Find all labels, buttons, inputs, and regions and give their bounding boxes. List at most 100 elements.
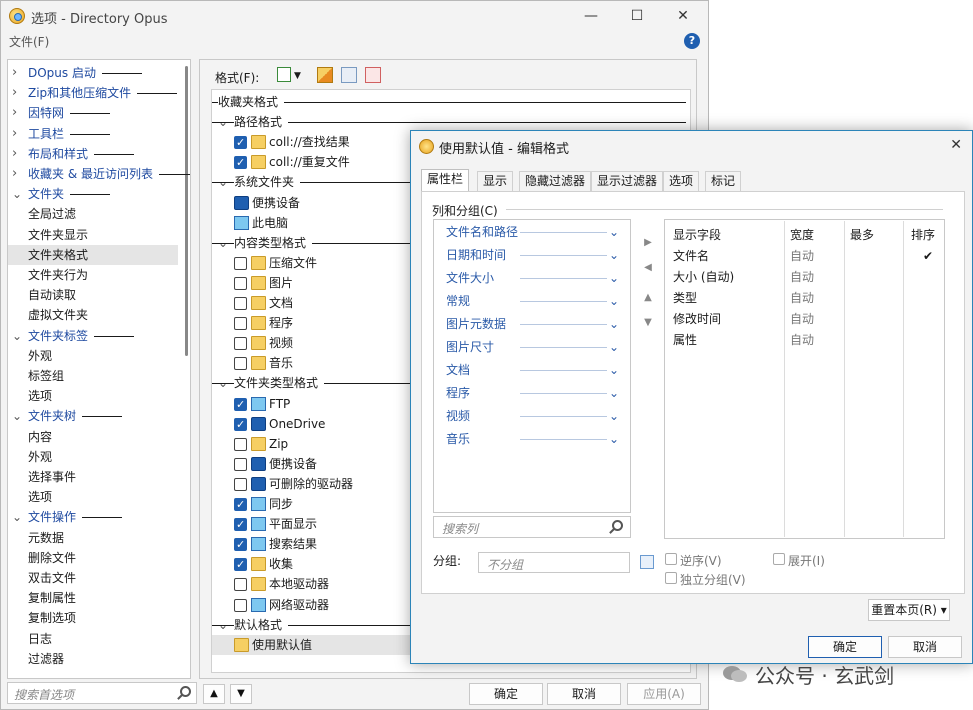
column-down-button[interactable]: ▼: [638, 313, 658, 333]
tree-item[interactable]: 选项: [8, 386, 178, 406]
chevron-right-icon[interactable]: ›: [12, 63, 22, 83]
search-icon[interactable]: [180, 686, 191, 697]
column-category[interactable]: 图片元数据 ⌄: [446, 313, 621, 335]
tree-item[interactable]: 过滤器: [8, 649, 178, 669]
tab-5[interactable]: 标记: [705, 171, 742, 191]
tree-group[interactable]: › 工具栏: [8, 124, 178, 144]
column-category[interactable]: 视频 ⌄: [446, 405, 621, 427]
format-checkbox[interactable]: [234, 337, 247, 351]
cancel-button[interactable]: 取消: [547, 683, 621, 705]
table-row[interactable]: 属性 自动: [673, 330, 943, 351]
tab-1[interactable]: 显示: [477, 171, 514, 191]
chevron-down-icon[interactable]: ⌄: [609, 405, 619, 427]
chevron-down-icon[interactable]: ⌄: [609, 267, 619, 289]
move-up-button[interactable]: ▲: [203, 684, 225, 704]
tree-item[interactable]: 复制选项: [8, 608, 178, 628]
chevron-down-icon[interactable]: ⌄: [218, 373, 228, 393]
tab-4[interactable]: 选项: [663, 171, 700, 191]
chevron-down-icon[interactable]: ⌄: [12, 326, 22, 346]
tree-group[interactable]: › DOpus 启动: [8, 63, 178, 83]
tree-item[interactable]: 外观: [8, 447, 178, 467]
column-category[interactable]: 图片尺寸 ⌄: [446, 336, 621, 358]
reverse-checkbox[interactable]: [665, 553, 677, 565]
ok-button[interactable]: 确定: [469, 683, 543, 705]
chevron-down-icon[interactable]: ⌄: [609, 336, 619, 358]
format-checkbox[interactable]: [234, 395, 247, 415]
format-checkbox[interactable]: [234, 415, 247, 435]
format-checkbox[interactable]: [234, 477, 247, 491]
chevron-down-icon[interactable]: ⌄: [12, 184, 22, 204]
remove-column-button[interactable]: ◀: [638, 258, 658, 278]
chevron-down-icon[interactable]: ⌄: [218, 233, 228, 253]
tab-2[interactable]: 隐藏过滤器: [519, 171, 592, 191]
delete-format-icon[interactable]: [365, 67, 381, 83]
chevron-right-icon[interactable]: ›: [12, 144, 22, 164]
format-checkbox[interactable]: [234, 495, 247, 515]
tree-item[interactable]: 标签组: [8, 366, 178, 386]
chevron-down-icon[interactable]: ⌄: [609, 428, 619, 450]
table-header-sort[interactable]: 排序: [911, 226, 935, 243]
format-checkbox[interactable]: [234, 133, 247, 153]
tree-search-input[interactable]: 搜索首选项: [7, 682, 197, 704]
format-checkbox[interactable]: [234, 317, 247, 331]
edit-format-icon[interactable]: [317, 67, 333, 83]
independent-group-checkbox[interactable]: [665, 572, 677, 584]
tree-group[interactable]: ⌄ 文件夹: [8, 184, 178, 204]
reset-page-button[interactable]: 重置本页(R) ▾: [868, 599, 950, 621]
search-icon[interactable]: [612, 520, 623, 531]
format-group[interactable]: 收藏夹格式: [212, 92, 690, 112]
chevron-down-icon[interactable]: ⌄: [218, 172, 228, 192]
column-category[interactable]: 文件名和路径 ⌄: [446, 221, 621, 243]
column-category[interactable]: 文件大小 ⌄: [446, 267, 621, 289]
format-checkbox[interactable]: [234, 555, 247, 575]
apply-button[interactable]: 应用(A): [627, 683, 701, 705]
table-row[interactable]: 文件名 自动 ✔: [673, 246, 943, 267]
chevron-down-icon[interactable]: ⌄: [609, 221, 619, 243]
tab-3[interactable]: 显示过滤器: [591, 171, 664, 191]
table-header-field[interactable]: 显示字段: [673, 226, 721, 243]
format-checkbox[interactable]: [234, 457, 247, 471]
maximize-button[interactable]: ☐: [614, 1, 660, 31]
chevron-down-icon[interactable]: ⌄: [12, 406, 22, 426]
format-checkbox[interactable]: [234, 256, 247, 270]
minimize-button[interactable]: —: [568, 1, 614, 31]
table-header-max[interactable]: 最多: [850, 226, 874, 243]
column-category[interactable]: 程序 ⌄: [446, 382, 621, 404]
expand-checkbox[interactable]: [773, 553, 785, 565]
tree-group[interactable]: › 布局和样式: [8, 144, 178, 164]
column-category[interactable]: 音乐 ⌄: [446, 428, 621, 450]
dialog-cancel-button[interactable]: 取消: [888, 636, 962, 658]
tree-item[interactable]: 选项: [8, 487, 178, 507]
menu-file[interactable]: 文件(F): [9, 33, 49, 50]
tree-item[interactable]: 删除文件: [8, 548, 178, 568]
tree-item[interactable]: 复制属性: [8, 588, 178, 608]
chevron-down-icon[interactable]: ⌄: [609, 359, 619, 381]
format-checkbox[interactable]: [234, 357, 247, 371]
tree-group[interactable]: ⌄ 文件夹标签: [8, 326, 178, 346]
tree-item[interactable]: 文件夹行为: [8, 265, 178, 285]
chevron-down-icon[interactable]: ⌄: [12, 507, 22, 527]
dialog-ok-button[interactable]: 确定: [808, 636, 882, 658]
tree-item[interactable]: 内容: [8, 427, 178, 447]
tab-0[interactable]: 属性栏: [421, 169, 470, 192]
column-category[interactable]: 常规 ⌄: [446, 290, 621, 312]
add-column-button[interactable]: ▶: [638, 233, 658, 253]
dialog-close-button[interactable]: ✕: [950, 137, 962, 153]
format-checkbox[interactable]: [234, 437, 247, 451]
table-header-width[interactable]: 宽度: [790, 226, 814, 243]
tree-item[interactable]: 自动读取: [8, 285, 178, 305]
tree-item[interactable]: 选择事件: [8, 467, 178, 487]
tree-group[interactable]: › 因特网: [8, 103, 178, 123]
format-checkbox[interactable]: [234, 515, 247, 535]
chevron-down-icon[interactable]: ⌄: [609, 313, 619, 335]
table-row[interactable]: 大小 (自动) 自动: [673, 267, 943, 288]
new-format-icon[interactable]: [277, 67, 291, 82]
tree-item[interactable]: 日志: [8, 629, 178, 649]
table-row[interactable]: 类型 自动: [673, 288, 943, 309]
chevron-down-icon[interactable]: ⌄: [609, 382, 619, 404]
chevron-right-icon[interactable]: ›: [12, 83, 22, 103]
tree-item[interactable]: 元数据: [8, 528, 178, 548]
tree-scrollbar[interactable]: [185, 66, 188, 356]
column-search-input[interactable]: 搜索列: [433, 516, 631, 538]
chevron-right-icon[interactable]: ›: [12, 103, 22, 123]
